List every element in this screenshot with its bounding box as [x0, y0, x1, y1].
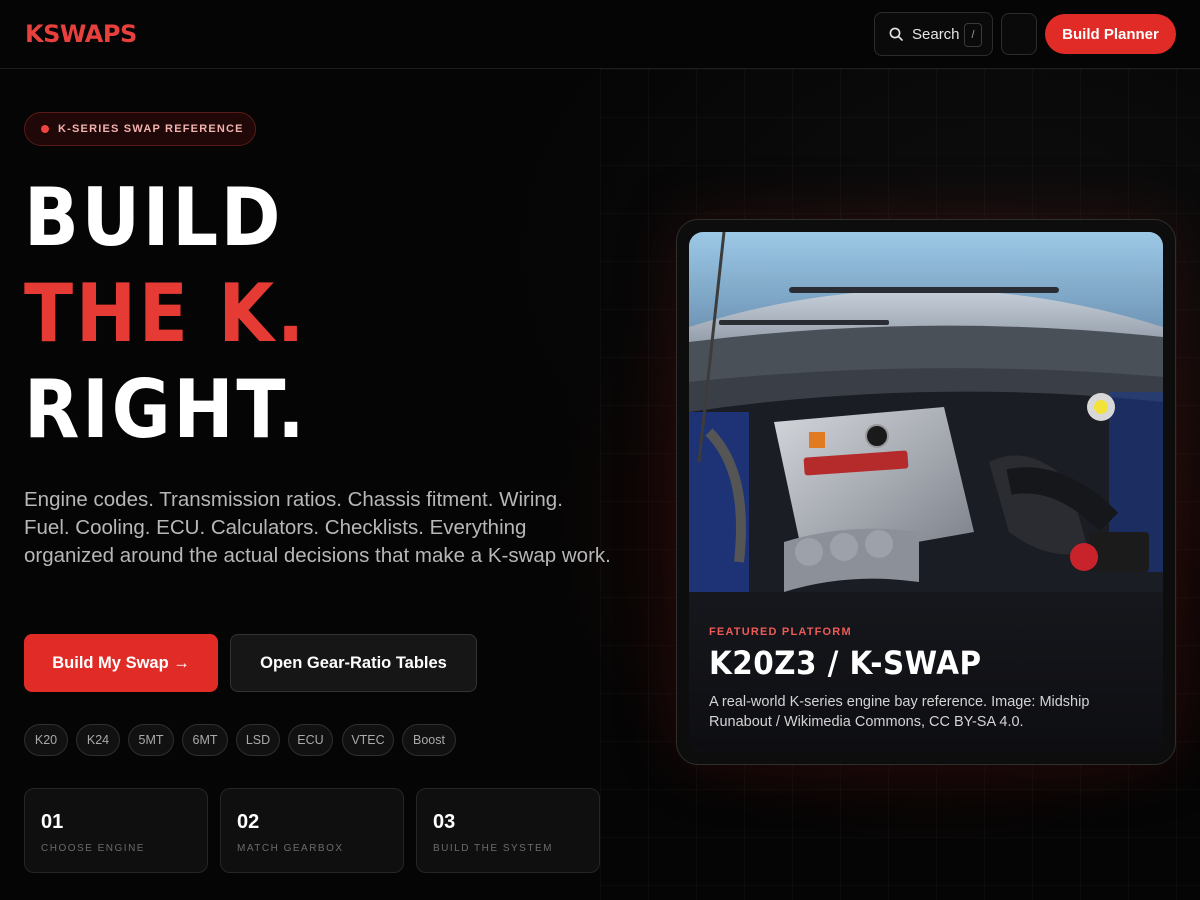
featured-description: A real-world K-series engine bay referen… — [709, 694, 1090, 730]
headline-line-2: THE K. — [24, 267, 307, 360]
step-card-choose-engine[interactable]: 01 CHOOSE ENGINE — [24, 788, 208, 873]
step-label: CHOOSE ENGINE — [41, 843, 145, 854]
search-icon — [889, 27, 903, 41]
step-card-match-gearbox[interactable]: 02 MATCH GEARBOX — [220, 788, 404, 873]
tag-chip[interactable]: 6MT — [182, 724, 228, 756]
build-planner-button[interactable]: Build Planner — [1045, 14, 1176, 54]
tag-chip[interactable]: K20 — [24, 724, 68, 756]
status-dot-icon — [41, 125, 49, 133]
step-card-build-system[interactable]: 03 BUILD THE SYSTEM — [416, 788, 600, 873]
build-my-swap-button[interactable]: Build My Swap → — [24, 634, 218, 692]
headline-line-1: BUILD — [24, 171, 284, 264]
tag-chip[interactable]: VTEC — [342, 724, 394, 756]
tag-chip[interactable]: K24 — [76, 724, 120, 756]
tag-chip[interactable]: 5MT — [128, 724, 174, 756]
site-logo[interactable]: KSWAPS — [25, 20, 137, 48]
search-button[interactable]: Search / — [874, 12, 993, 56]
featured-title: K20Z3 / K-SWAP — [709, 644, 982, 682]
tag-chip[interactable]: Boost — [402, 724, 456, 756]
step-number: 03 — [433, 811, 456, 833]
site-header: KSWAPS Search / Build Planner — [0, 0, 1200, 69]
tag-chip[interactable]: LSD — [236, 724, 280, 756]
eyebrow-text: K-SERIES SWAP REFERENCE — [58, 123, 244, 135]
gear-ratio-tables-button[interactable]: Open Gear-Ratio Tables — [230, 634, 477, 692]
step-label: MATCH GEARBOX — [237, 843, 344, 854]
step-number: 02 — [237, 811, 260, 833]
tag-chip[interactable]: ECU — [288, 724, 333, 756]
eyebrow-badge: K-SERIES SWAP REFERENCE — [24, 112, 256, 146]
hero-intro: Engine codes. Transmission ratios. Chass… — [24, 488, 611, 567]
theme-toggle-button[interactable] — [1001, 13, 1037, 55]
search-label: Search — [912, 25, 960, 43]
step-label: BUILD THE SYSTEM — [433, 843, 553, 854]
step-number: 01 — [41, 811, 64, 833]
hero-headline: BUILD THE K. RIGHT. — [24, 170, 307, 458]
search-shortcut-key: / — [964, 23, 982, 47]
featured-label: FEATURED PLATFORM — [709, 626, 852, 638]
featured-platform-card[interactable]: FEATURED PLATFORM K20Z3 / K-SWAP A real-… — [676, 219, 1176, 765]
headline-line-3: RIGHT. — [24, 363, 308, 456]
